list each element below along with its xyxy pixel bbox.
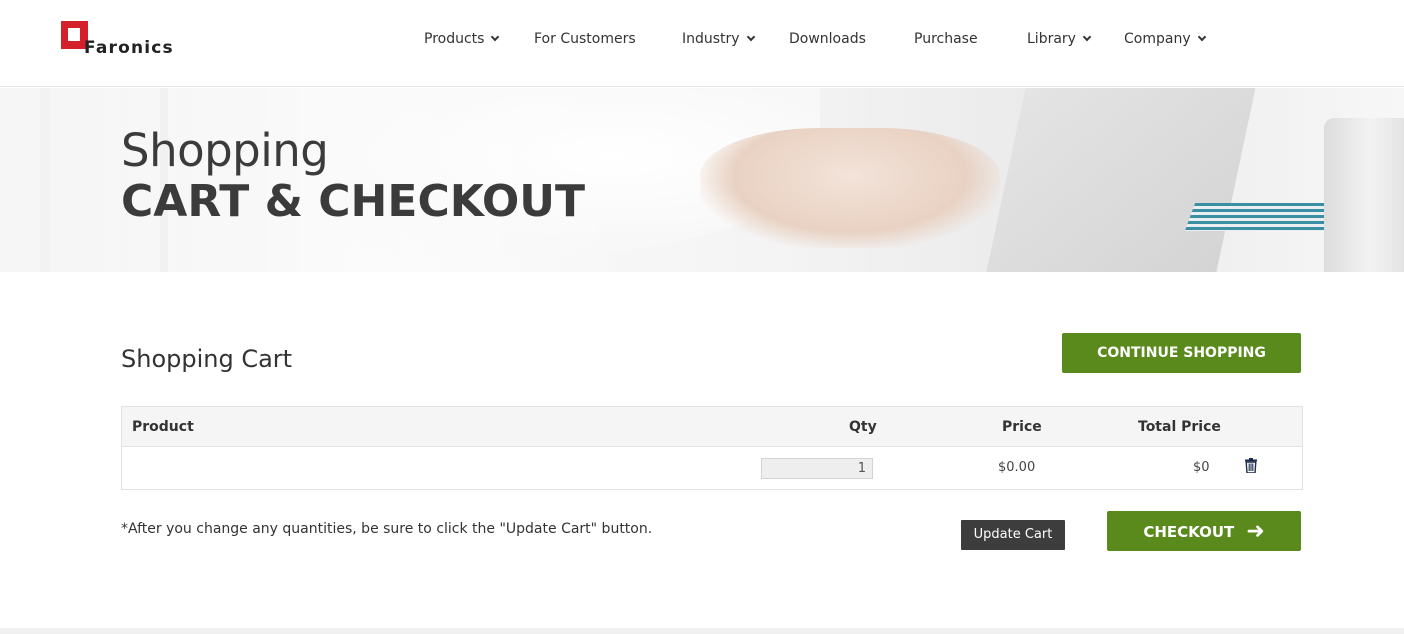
checkout-button[interactable]: CHECKOUT ➜ [1107, 511, 1301, 551]
logo-wordmark: Faronics [84, 38, 174, 58]
trash-icon[interactable] [1245, 458, 1257, 473]
update-cart-note: *After you change any quantities, be sur… [121, 521, 653, 537]
hero-mug-image [1324, 118, 1404, 272]
nav-downloads[interactable]: Downloads [789, 31, 866, 47]
nav-purchase[interactable]: Purchase [914, 31, 978, 47]
nav-for-customers[interactable]: For Customers [534, 31, 636, 47]
continue-shopping-button[interactable]: CONTINUE SHOPPING [1062, 333, 1301, 373]
chevron-down-icon [1197, 32, 1206, 42]
hero-books-image [1184, 203, 1346, 231]
chevron-down-icon [491, 32, 500, 42]
hero-title-line2: CART & CHECKOUT [121, 176, 585, 227]
cart-table-header: Product Qty Price Total Price [122, 407, 1302, 447]
chevron-down-icon [746, 32, 755, 42]
cell-total-price: $0 [1193, 460, 1210, 475]
column-header-product: Product [132, 419, 194, 435]
chevron-down-icon [1082, 32, 1092, 42]
checkout-label: CHECKOUT [1143, 523, 1235, 541]
nav-products[interactable]: Products [424, 31, 500, 47]
site-header: Faronics Products For Customers Industry… [0, 0, 1404, 87]
nav-library[interactable]: Library [1027, 31, 1092, 47]
cart-heading: Shopping Cart [121, 345, 293, 373]
hero-laptop-screen-image [974, 88, 1256, 272]
hero-title-line1: Shopping [121, 124, 329, 177]
column-header-total: Total Price [1138, 419, 1221, 435]
quantity-input[interactable] [761, 458, 873, 479]
faronics-logo[interactable]: Faronics [61, 21, 191, 61]
cell-price: $0.00 [998, 460, 1036, 475]
arrow-right-icon: ➜ [1246, 519, 1265, 544]
column-header-qty: Qty [849, 419, 877, 435]
nav-industry[interactable]: Industry [682, 31, 755, 47]
cart-table: Product Qty Price Total Price $0.00 $0 [121, 406, 1303, 490]
nav-company[interactable]: Company [1124, 31, 1206, 47]
update-cart-button[interactable]: Update Cart [961, 520, 1065, 550]
hero-hands-image [700, 128, 1000, 248]
footer-divider [0, 628, 1404, 634]
hero-banner: Shopping CART & CHECKOUT [0, 88, 1404, 272]
column-header-price: Price [1002, 419, 1042, 435]
